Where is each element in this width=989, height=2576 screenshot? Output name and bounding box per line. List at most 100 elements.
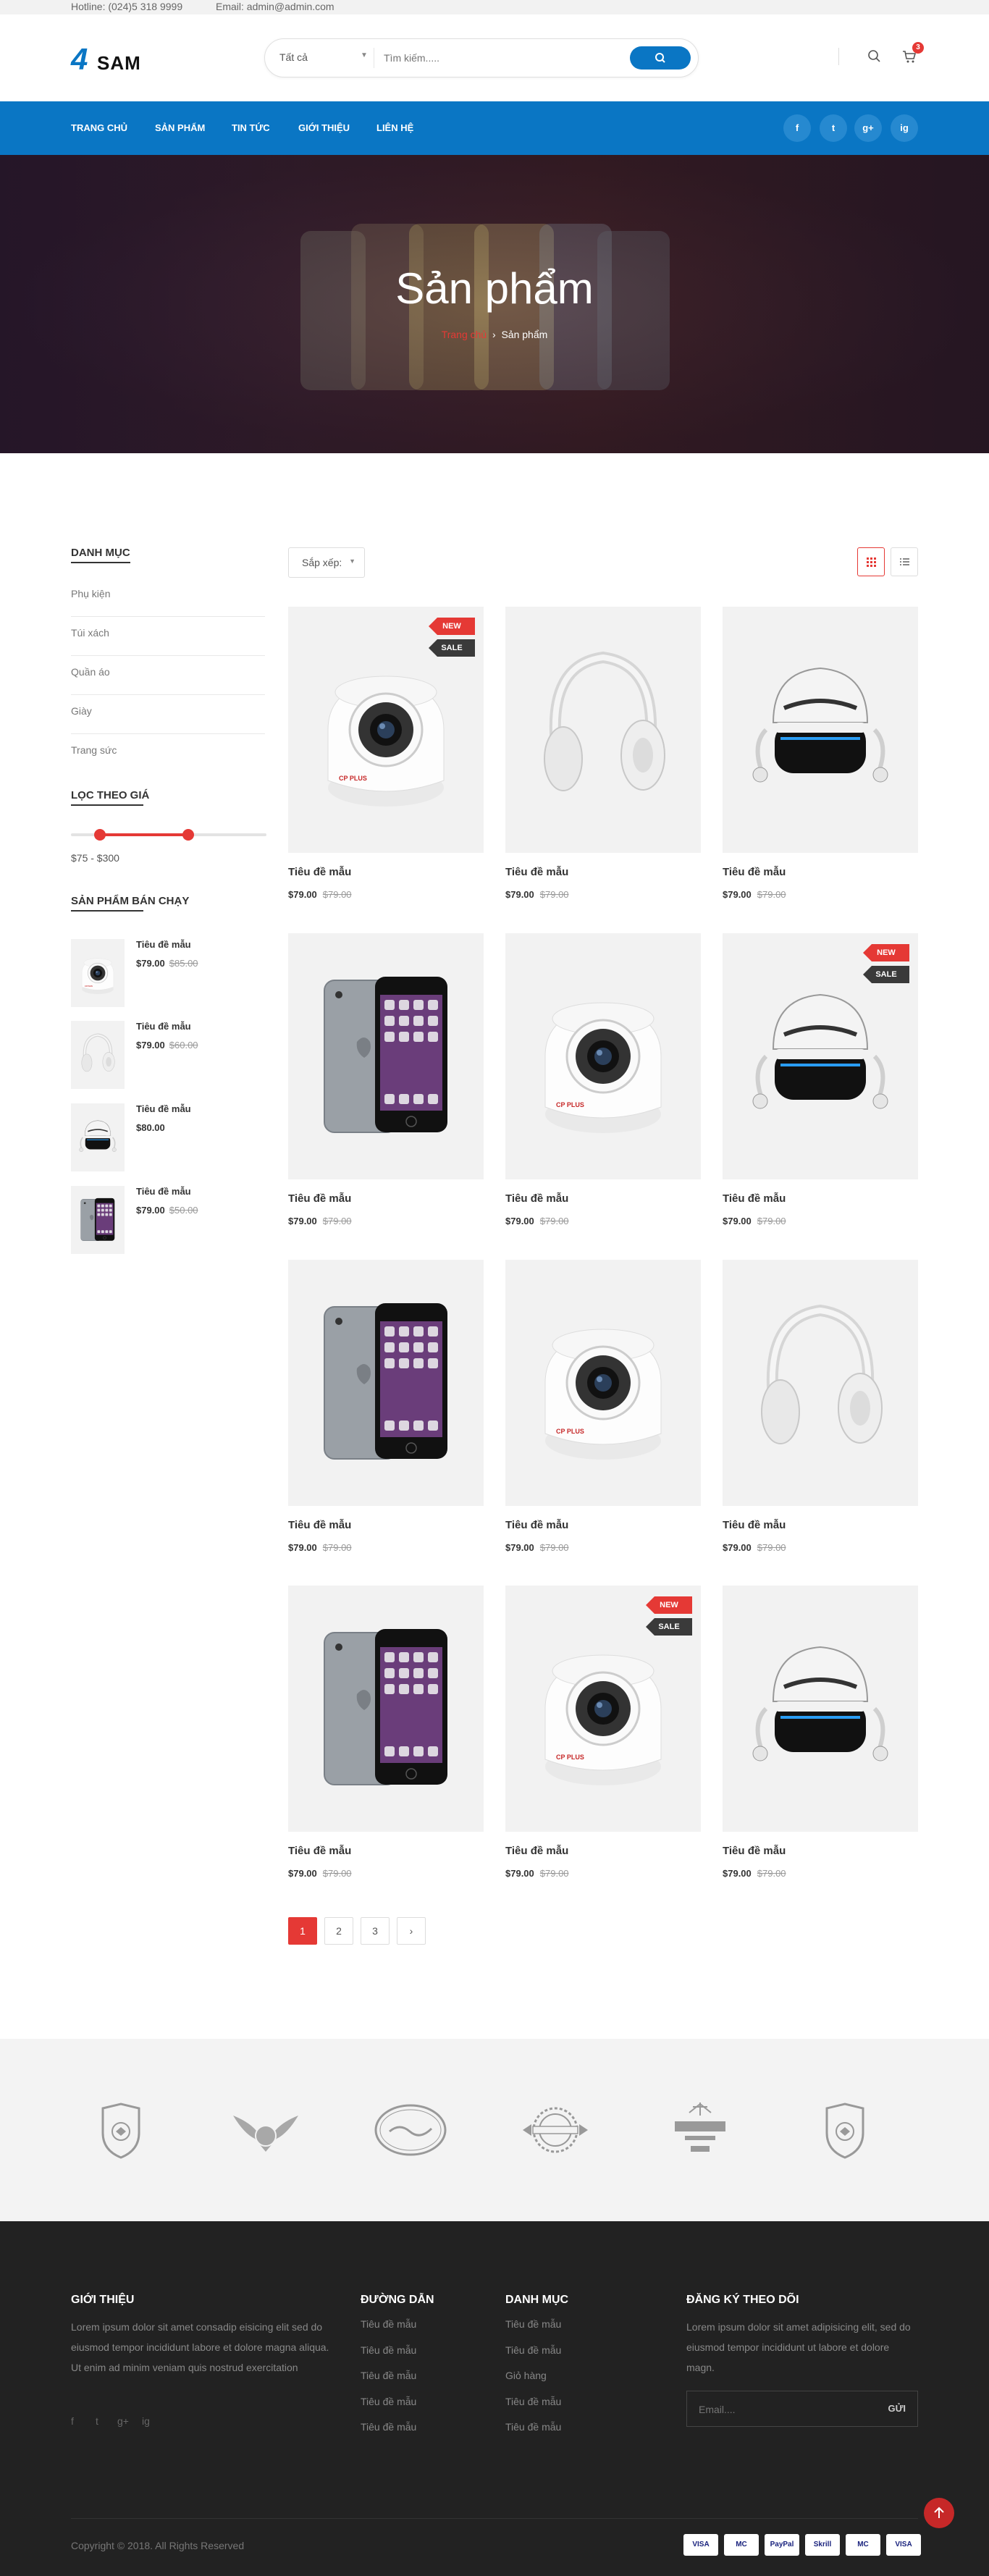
category-item[interactable]: Phụ kiện: [71, 578, 265, 617]
subscribe-button[interactable]: GỬI: [888, 2403, 906, 2414]
footer-category-link[interactable]: Tiêu đề mẫu: [505, 2396, 561, 2407]
nav-item-products[interactable]: SẢN PHẨM: [155, 122, 205, 133]
product-card[interactable]: NEW SALE Tiêu đề mẫu $79.00 $79.00: [723, 933, 918, 1245]
logo[interactable]: 4 SAM: [71, 42, 151, 75]
product-title[interactable]: Tiêu đề mẫu: [505, 1192, 568, 1205]
product-card[interactable]: CP PLUS Tiêu đề mẫu $79.00 $79.00: [505, 1260, 701, 1571]
footer-category-link[interactable]: Tiêu đề mẫu: [505, 2344, 561, 2356]
product-old-price: $79.00: [322, 1868, 352, 1879]
bestseller-title[interactable]: Tiêu đề mẫu: [136, 1186, 191, 1197]
footer-link[interactable]: Tiêu đề mẫu: [361, 2344, 416, 2356]
bestseller-item[interactable]: Tiêu đề mẫu $79.00 $50.00: [71, 1186, 266, 1255]
product-title[interactable]: Tiêu đề mẫu: [288, 866, 351, 878]
google-plus-icon[interactable]: g+: [854, 114, 882, 142]
product-card[interactable]: Tiêu đề mẫu $79.00 $79.00: [723, 607, 918, 918]
facebook-icon[interactable]: f: [783, 114, 811, 142]
bestseller-thumbnail[interactable]: [71, 1186, 125, 1254]
page-3-button[interactable]: 3: [361, 1917, 390, 1945]
footer-category-link[interactable]: Tiêu đề mẫu: [505, 2421, 561, 2433]
product-image[interactable]: CP PLUS: [505, 1260, 701, 1506]
page-2-button[interactable]: 2: [324, 1917, 353, 1945]
product-image[interactable]: CP PLUS: [505, 933, 701, 1179]
product-card[interactable]: Tiêu đề mẫu $79.00 $79.00: [505, 607, 701, 918]
bestseller-title[interactable]: Tiêu đề mẫu: [136, 1021, 191, 1032]
bestseller-item[interactable]: CP PLUS Tiêu đề mẫu $79.00 $85.00: [71, 939, 266, 1009]
product-price: $79.00: [723, 1868, 752, 1879]
bestseller-item[interactable]: Tiêu đề mẫu $80.00: [71, 1103, 266, 1173]
product-price: $79.00: [723, 889, 752, 900]
breadcrumb-home[interactable]: Trang chủ: [442, 329, 487, 340]
product-image[interactable]: [723, 1260, 918, 1506]
bestseller-title[interactable]: Tiêu đề mẫu: [136, 939, 191, 950]
page-1-button[interactable]: 1: [288, 1917, 317, 1945]
twitter-icon[interactable]: t: [820, 114, 847, 142]
product-image[interactable]: [505, 607, 701, 853]
product-image[interactable]: [288, 933, 484, 1179]
product-title[interactable]: Tiêu đề mẫu: [723, 1519, 786, 1531]
bestseller-title[interactable]: Tiêu đề mẫu: [136, 1103, 191, 1114]
category-item[interactable]: Quần áo: [71, 656, 265, 695]
product-card[interactable]: Tiêu đề mẫu $79.00 $79.00: [288, 1586, 484, 1897]
search-category-select[interactable]: Tất cả: [279, 51, 308, 63]
product-card[interactable]: Tiêu đề mẫu $79.00 $79.00: [288, 1260, 484, 1571]
product-title[interactable]: Tiêu đề mẫu: [723, 1845, 786, 1857]
product-title[interactable]: Tiêu đề mẫu: [723, 866, 786, 878]
footer-link[interactable]: Tiêu đề mẫu: [361, 2421, 416, 2433]
email-field[interactable]: [699, 2402, 858, 2417]
footer-link[interactable]: Tiêu đề mẫu: [361, 2370, 416, 2381]
nav-item-news[interactable]: TIN TỨC: [232, 122, 270, 133]
grid-view-button[interactable]: [857, 547, 885, 576]
product-card[interactable]: CP PLUS Tiêu đề mẫu $79.00 $79.00: [505, 933, 701, 1245]
product-old-price: $79.00: [322, 1216, 352, 1226]
category-item[interactable]: Túi xách: [71, 617, 265, 656]
price-slider-max-handle[interactable]: [182, 829, 194, 841]
twitter-icon[interactable]: t: [96, 2415, 98, 2427]
nav-item-contact[interactable]: LIÊN HỆ: [376, 122, 413, 133]
price-slider-min-handle[interactable]: [94, 829, 106, 841]
footer-link[interactable]: Tiêu đề mẫu: [361, 2396, 416, 2407]
bestseller-thumbnail[interactable]: CP PLUS: [71, 939, 125, 1007]
search-button[interactable]: [630, 46, 691, 70]
google-plus-icon[interactable]: g+: [117, 2415, 129, 2427]
product-card[interactable]: CP PLUS NEW SALE Tiêu đề mẫu $79.00 $79.00: [505, 1586, 701, 1897]
price-filter-heading: LỌC THEO GIÁ: [71, 789, 150, 801]
nav-item-home[interactable]: TRANG CHỦ: [71, 122, 127, 133]
mastercard-icon: MC: [846, 2534, 880, 2556]
nav-item-about[interactable]: GIỚI THIỆU: [298, 122, 350, 133]
product-card[interactable]: Tiêu đề mẫu $79.00 $79.00: [723, 1260, 918, 1571]
footer-category-link[interactable]: Tiêu đề mẫu: [505, 2318, 561, 2330]
product-image[interactable]: NEW SALE: [723, 933, 918, 1179]
instagram-icon[interactable]: ig: [142, 2415, 150, 2427]
facebook-icon[interactable]: f: [71, 2415, 74, 2427]
sort-select[interactable]: Sắp xếp: ▼: [288, 547, 365, 578]
list-view-button[interactable]: [891, 547, 918, 576]
next-page-button[interactable]: ›: [397, 1917, 426, 1945]
product-card[interactable]: Tiêu đề mẫu $79.00 $79.00: [288, 933, 484, 1245]
search-icon[interactable]: [866, 48, 883, 65]
product-title[interactable]: Tiêu đề mẫu: [505, 1519, 568, 1531]
category-item[interactable]: Giày: [71, 695, 265, 734]
category-item[interactable]: Trang sức: [71, 734, 265, 773]
bestseller-thumbnail[interactable]: [71, 1103, 125, 1171]
search-input[interactable]: [384, 48, 601, 68]
footer-category-link[interactable]: Giỏ hàng: [505, 2370, 547, 2381]
instagram-icon[interactable]: ig: [891, 114, 918, 142]
product-title[interactable]: Tiêu đề mẫu: [505, 1845, 568, 1857]
back-to-top-button[interactable]: [924, 2498, 954, 2528]
product-card[interactable]: CP PLUS NEW SALE Tiêu đề mẫu $79.00 $79.00: [288, 607, 484, 918]
product-card[interactable]: Tiêu đề mẫu $79.00 $79.00: [723, 1586, 918, 1897]
bestseller-thumbnail[interactable]: [71, 1021, 125, 1089]
product-title[interactable]: Tiêu đề mẫu: [288, 1519, 351, 1531]
product-image[interactable]: [288, 1260, 484, 1506]
product-image[interactable]: CP PLUS NEW SALE: [288, 607, 484, 853]
bestseller-item[interactable]: Tiêu đề mẫu $79.00 $60.00: [71, 1021, 266, 1090]
product-title[interactable]: Tiêu đề mẫu: [505, 866, 568, 878]
product-image[interactable]: [723, 1586, 918, 1832]
product-title[interactable]: Tiêu đề mẫu: [288, 1845, 351, 1857]
product-title[interactable]: Tiêu đề mẫu: [723, 1192, 786, 1205]
product-title[interactable]: Tiêu đề mẫu: [288, 1192, 351, 1205]
footer-link[interactable]: Tiêu đề mẫu: [361, 2318, 416, 2330]
product-image[interactable]: [723, 607, 918, 853]
product-image[interactable]: CP PLUS NEW SALE: [505, 1586, 701, 1832]
product-image[interactable]: [288, 1586, 484, 1832]
